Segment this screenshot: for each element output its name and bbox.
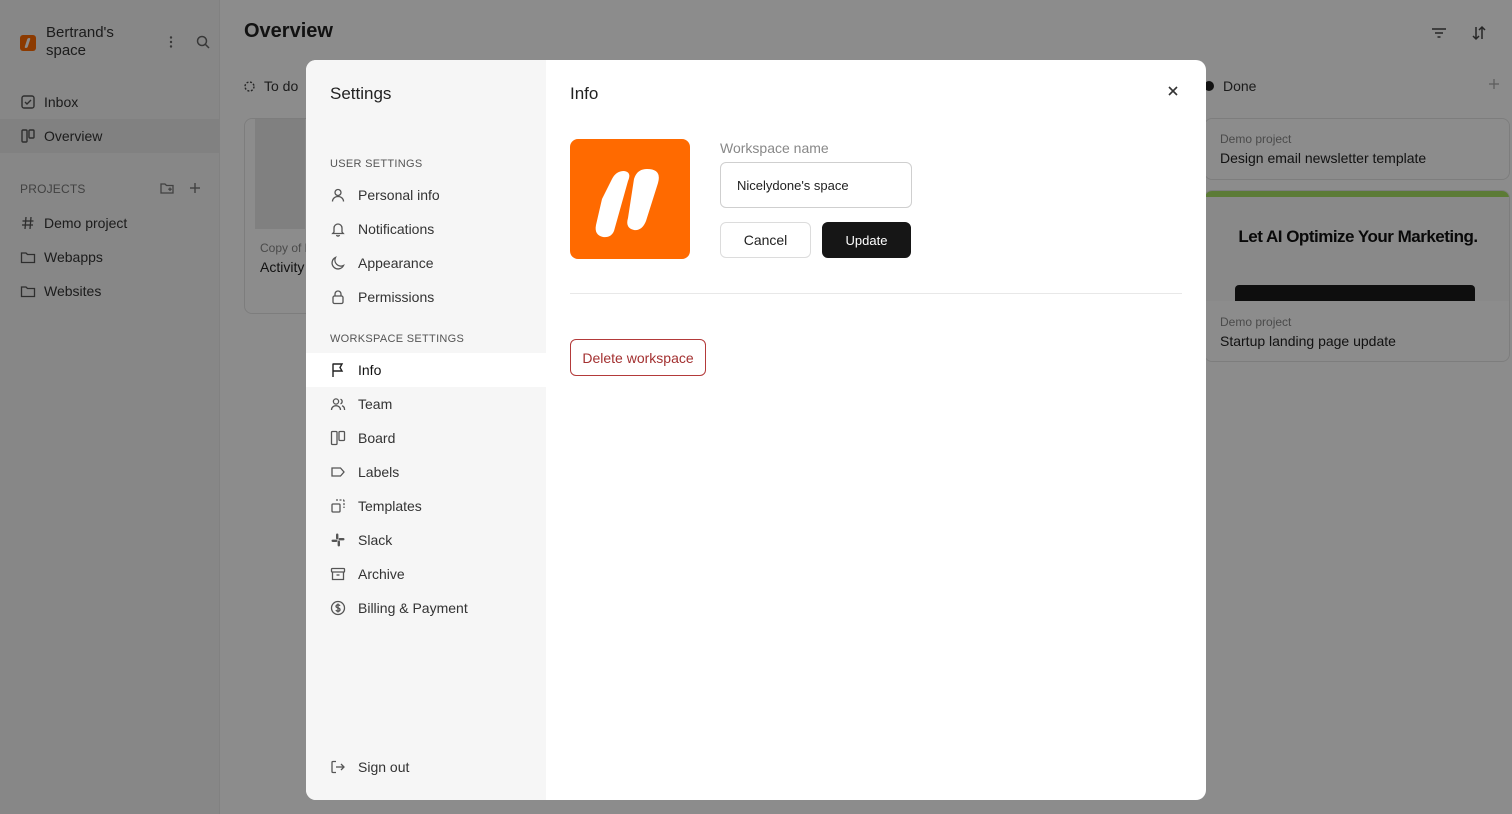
delete-workspace-button[interactable]: Delete workspace [570, 339, 706, 376]
tag-icon [330, 464, 346, 480]
archive-icon [330, 566, 346, 582]
slack-icon [330, 532, 346, 548]
update-button[interactable]: Update [822, 222, 911, 258]
lock-icon [330, 289, 346, 305]
info-panel: Info Workspace name Cancel Update Delete… [546, 60, 1206, 800]
settings-item-personal-info[interactable]: Personal info [306, 178, 546, 212]
flag-icon [330, 362, 346, 378]
info-title: Info [570, 84, 599, 103]
settings-item-info[interactable]: Info [306, 353, 546, 387]
workspace-name-input[interactable] [720, 162, 912, 208]
workspace-logo[interactable] [570, 139, 690, 259]
settings-item-archive[interactable]: Archive [306, 557, 546, 591]
settings-sidebar: Settings USER SETTINGS Personal info Not… [306, 60, 546, 800]
users-icon [330, 396, 346, 412]
cancel-button[interactable]: Cancel [720, 222, 811, 258]
workspace-name-label: Workspace name [720, 140, 829, 156]
sign-out-button[interactable]: Sign out [306, 750, 546, 784]
dollar-circle-icon [330, 600, 346, 616]
moon-icon [330, 255, 346, 271]
settings-item-notifications[interactable]: Notifications [306, 212, 546, 246]
settings-item-appearance[interactable]: Appearance [306, 246, 546, 280]
templates-icon [330, 498, 346, 514]
settings-item-board[interactable]: Board [306, 421, 546, 455]
settings-modal: Settings USER SETTINGS Personal info Not… [306, 60, 1206, 800]
settings-item-team[interactable]: Team [306, 387, 546, 421]
settings-item-slack[interactable]: Slack [306, 523, 546, 557]
sign-out-icon [330, 759, 346, 775]
settings-item-billing[interactable]: Billing & Payment [306, 591, 546, 625]
user-icon [330, 187, 346, 203]
settings-item-labels[interactable]: Labels [306, 455, 546, 489]
workspace-logo-mark-icon [595, 169, 659, 238]
divider [570, 293, 1182, 294]
close-icon[interactable] [1164, 82, 1182, 100]
settings-title: Settings [330, 84, 392, 103]
settings-item-templates[interactable]: Templates [306, 489, 546, 523]
settings-item-permissions[interactable]: Permissions [306, 280, 546, 314]
user-settings-label: USER SETTINGS [330, 158, 423, 170]
board-icon [330, 430, 346, 446]
workspace-settings-label: WORKSPACE SETTINGS [330, 333, 465, 345]
bell-icon [330, 221, 346, 237]
